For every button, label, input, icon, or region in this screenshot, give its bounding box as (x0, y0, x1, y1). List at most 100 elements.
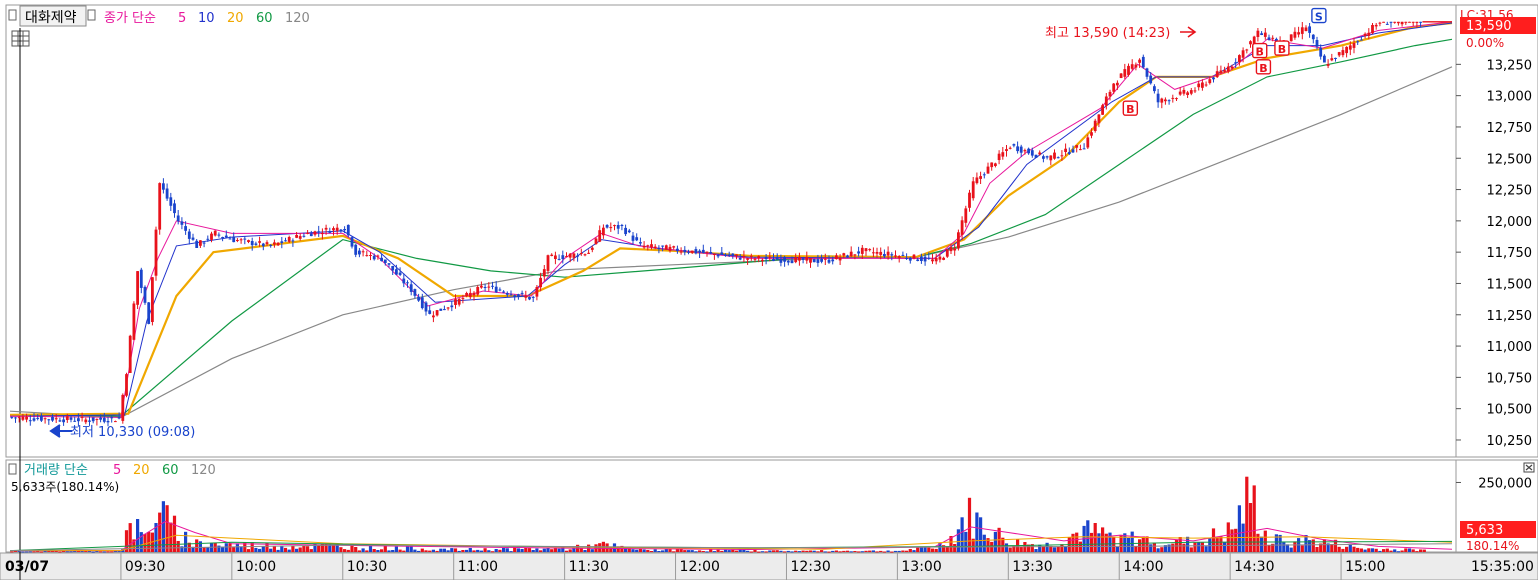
volume-bar (439, 548, 443, 552)
candle-body (187, 231, 191, 239)
candle-body (432, 315, 435, 318)
candle-body (73, 420, 77, 422)
time-tick-label: 12:00 (680, 559, 720, 575)
candle-body (1415, 21, 1419, 23)
candle-body (897, 256, 901, 258)
candle-body (406, 282, 409, 284)
buy-signal[interactable]: B (1122, 100, 1139, 116)
candle-body (912, 254, 916, 259)
candle-body (376, 255, 380, 257)
volume-bar (760, 551, 764, 553)
volume-bar (1126, 538, 1131, 552)
candle-body (498, 289, 502, 291)
candle-body (1071, 149, 1075, 153)
volume-bar (1411, 549, 1415, 552)
volume-bar (306, 546, 310, 552)
candle-body (1112, 83, 1116, 92)
candle-body (1053, 152, 1056, 159)
candle-body (1130, 64, 1134, 69)
candle-body (154, 229, 158, 276)
volume-bar (272, 546, 276, 552)
volume-bar (1097, 533, 1101, 552)
volume-ma-period-120: 120 (191, 463, 216, 478)
candle-body (213, 230, 217, 236)
candle-body (872, 252, 875, 254)
candle-body (1315, 40, 1319, 47)
volume-bar (91, 551, 95, 553)
volume-bar (380, 549, 384, 552)
volume-bar (690, 550, 694, 552)
stock-chart[interactable]: 대화제약 종가 단순 5 10 20 60 120 13,250 13,000 12,750… (0, 0, 1538, 581)
current-price: 13,590 (1466, 19, 1512, 34)
volume-bar (36, 551, 40, 553)
buy-signal[interactable]: B (1255, 59, 1272, 75)
candle-body (631, 235, 635, 241)
candle-body (51, 416, 54, 421)
volume-ma-period-20: 20 (133, 463, 150, 478)
candle-body (402, 278, 406, 284)
volume-bar (461, 550, 465, 552)
volume-collapse-icon[interactable] (8, 463, 17, 475)
candle-body (313, 231, 317, 235)
close-panel-icon[interactable] (1523, 462, 1535, 473)
volume-bar (642, 549, 646, 552)
candle-body (483, 287, 487, 288)
candle-body (439, 308, 443, 311)
volume-bar (1341, 548, 1345, 552)
volume-bar (228, 543, 232, 552)
buy-signal[interactable]: B (1274, 40, 1290, 56)
candle-body (775, 257, 779, 260)
candle-body (653, 246, 657, 249)
volume-bar (483, 548, 487, 552)
candle-body (513, 295, 517, 298)
volume-bar (435, 550, 439, 552)
candle-body (302, 235, 306, 237)
candle-body (1064, 148, 1067, 152)
price-tick-label: 12,500 (1487, 152, 1533, 167)
price-panel[interactable] (5, 4, 1457, 458)
buy-signal[interactable]: B (1252, 42, 1268, 59)
candle-body (535, 287, 539, 297)
volume-bar (246, 549, 251, 552)
volume-bar (39, 551, 43, 553)
volume-bar (1215, 537, 1219, 552)
candle-body (1097, 114, 1101, 124)
candle-body (1304, 27, 1308, 31)
volume-bar (786, 550, 790, 552)
candle-body (147, 302, 151, 324)
volume-bar (1337, 546, 1341, 552)
volume-bar (686, 550, 691, 552)
volume-bar (291, 545, 295, 552)
volume-bar (1245, 476, 1249, 552)
expand-icon[interactable] (87, 9, 96, 21)
volume-bar (172, 515, 177, 552)
volume-bar (1385, 548, 1389, 552)
volume-bar (1419, 549, 1423, 552)
candle-body (365, 255, 369, 257)
candle-body (1404, 21, 1408, 23)
volume-bar (354, 547, 358, 552)
volume-bar (99, 551, 103, 553)
volume-bar (1101, 527, 1105, 552)
volume-bar (1363, 549, 1367, 552)
volume-bar (65, 551, 69, 553)
candle-body (1397, 21, 1400, 24)
volume-bar (550, 549, 554, 552)
candle-body (757, 256, 761, 258)
candle-body (280, 241, 284, 243)
volume-bar (1189, 547, 1193, 552)
sell-signal[interactable]: S (1311, 7, 1327, 24)
candle-body (1260, 33, 1263, 35)
candle-body (391, 266, 395, 271)
collapse-icon[interactable] (8, 9, 17, 21)
candle-body (565, 256, 568, 258)
candle-body (749, 255, 753, 257)
svg-text:B: B (1256, 46, 1264, 59)
volume-bar (1400, 550, 1404, 552)
candle-body (287, 237, 291, 242)
volume-bar (372, 549, 376, 552)
candle-body (417, 296, 420, 301)
volume-bar (1248, 503, 1253, 552)
candle-body (642, 245, 646, 248)
price-tick-label: 11,750 (1487, 246, 1533, 261)
